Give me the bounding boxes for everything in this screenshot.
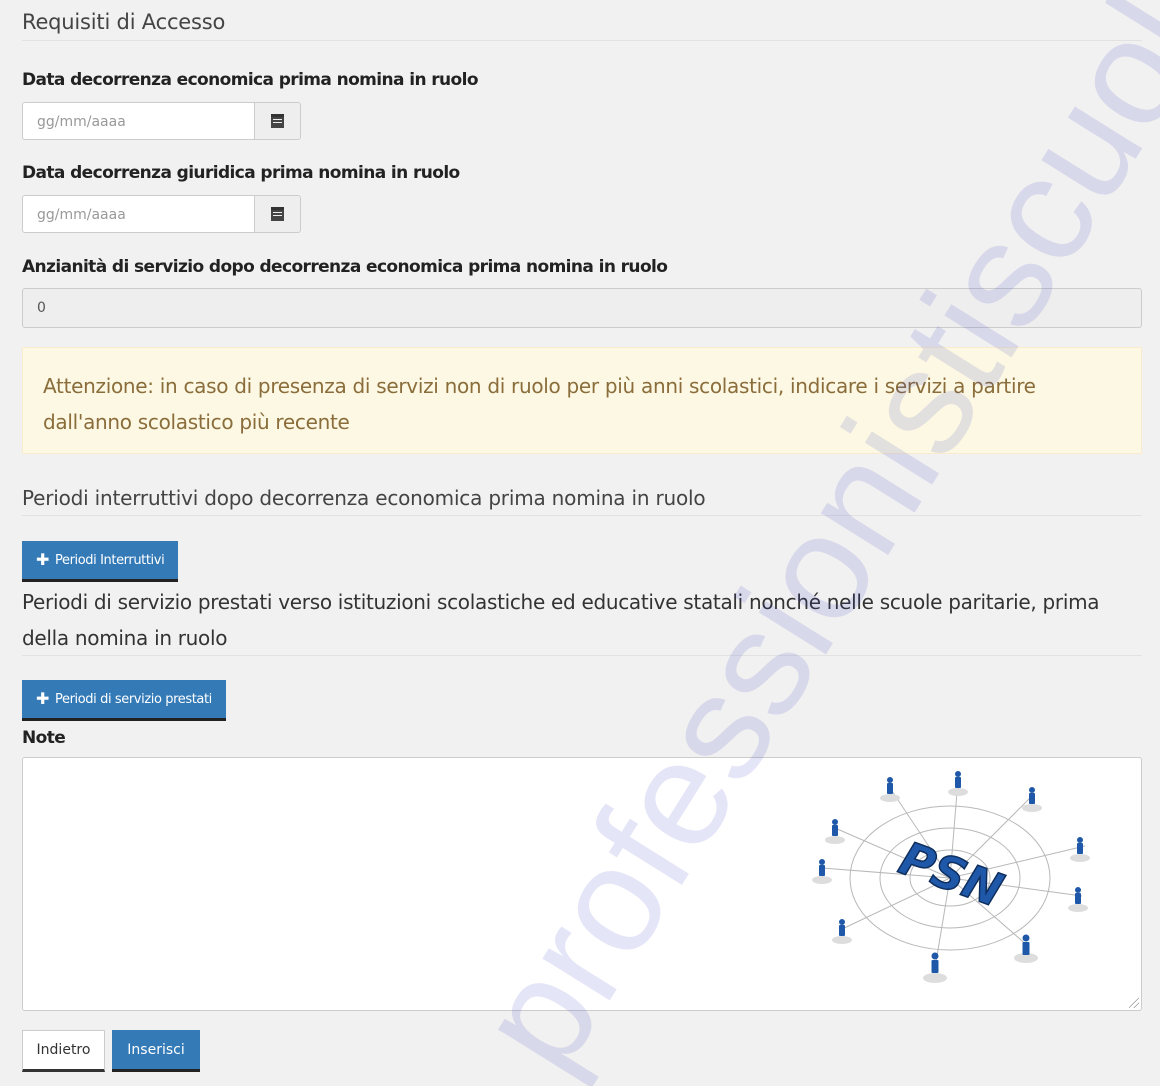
- economic-date-group: gg/mm/aaaa: [22, 102, 302, 142]
- economic-date-calendar-button[interactable]: [254, 102, 301, 140]
- legal-date-label: Data decorrenza giuridica prima nomina i…: [22, 163, 460, 183]
- legal-date-input[interactable]: gg/mm/aaaa: [22, 195, 254, 233]
- calendar-icon: [271, 207, 284, 221]
- psn-logo-text: PSN: [893, 831, 1010, 918]
- economic-date-label: Data decorrenza economica prima nomina i…: [22, 70, 479, 90]
- legal-date-calendar-button[interactable]: [254, 195, 301, 233]
- section-title-service: Periodi di servizio prestati verso istit…: [22, 590, 1100, 650]
- legal-date-group: gg/mm/aaaa: [22, 195, 302, 235]
- plus-icon: ✚: [36, 689, 50, 708]
- calendar-icon: [271, 114, 284, 128]
- seniority-label: Anzianità di servizio dopo decorrenza ec…: [22, 257, 668, 277]
- divider: [22, 515, 1142, 516]
- divider: [22, 655, 1142, 656]
- add-service-periods-label: Periodi di servizio prestati: [55, 691, 212, 707]
- plus-icon: ✚: [36, 550, 50, 569]
- add-interruptive-periods-label: Periodi Interruttivi: [55, 552, 165, 568]
- economic-date-input[interactable]: gg/mm/aaaa: [22, 102, 254, 140]
- resize-handle[interactable]: [1129, 998, 1139, 1008]
- add-interruptive-periods-button[interactable]: ✚ Periodi Interruttivi: [22, 541, 179, 582]
- submit-button[interactable]: Inserisci: [112, 1030, 200, 1072]
- back-button[interactable]: Indietro: [22, 1030, 105, 1072]
- page: Requisiti di Accesso Data decorrenza eco…: [0, 0, 1160, 1086]
- warning-alert: Attenzione: in caso di presenza di servi…: [22, 347, 1142, 454]
- section-title-interruptive: Periodi interruttivi dopo decorrenza eco…: [22, 486, 706, 510]
- add-service-periods-button[interactable]: ✚ Periodi di servizio prestati: [22, 680, 226, 721]
- divider: [22, 40, 1142, 41]
- psn-logo: PSN: [812, 771, 1090, 983]
- section-title-access: Requisiti di Accesso: [22, 10, 226, 34]
- seniority-field: 0: [22, 288, 1142, 328]
- notes-label: Note: [22, 728, 66, 748]
